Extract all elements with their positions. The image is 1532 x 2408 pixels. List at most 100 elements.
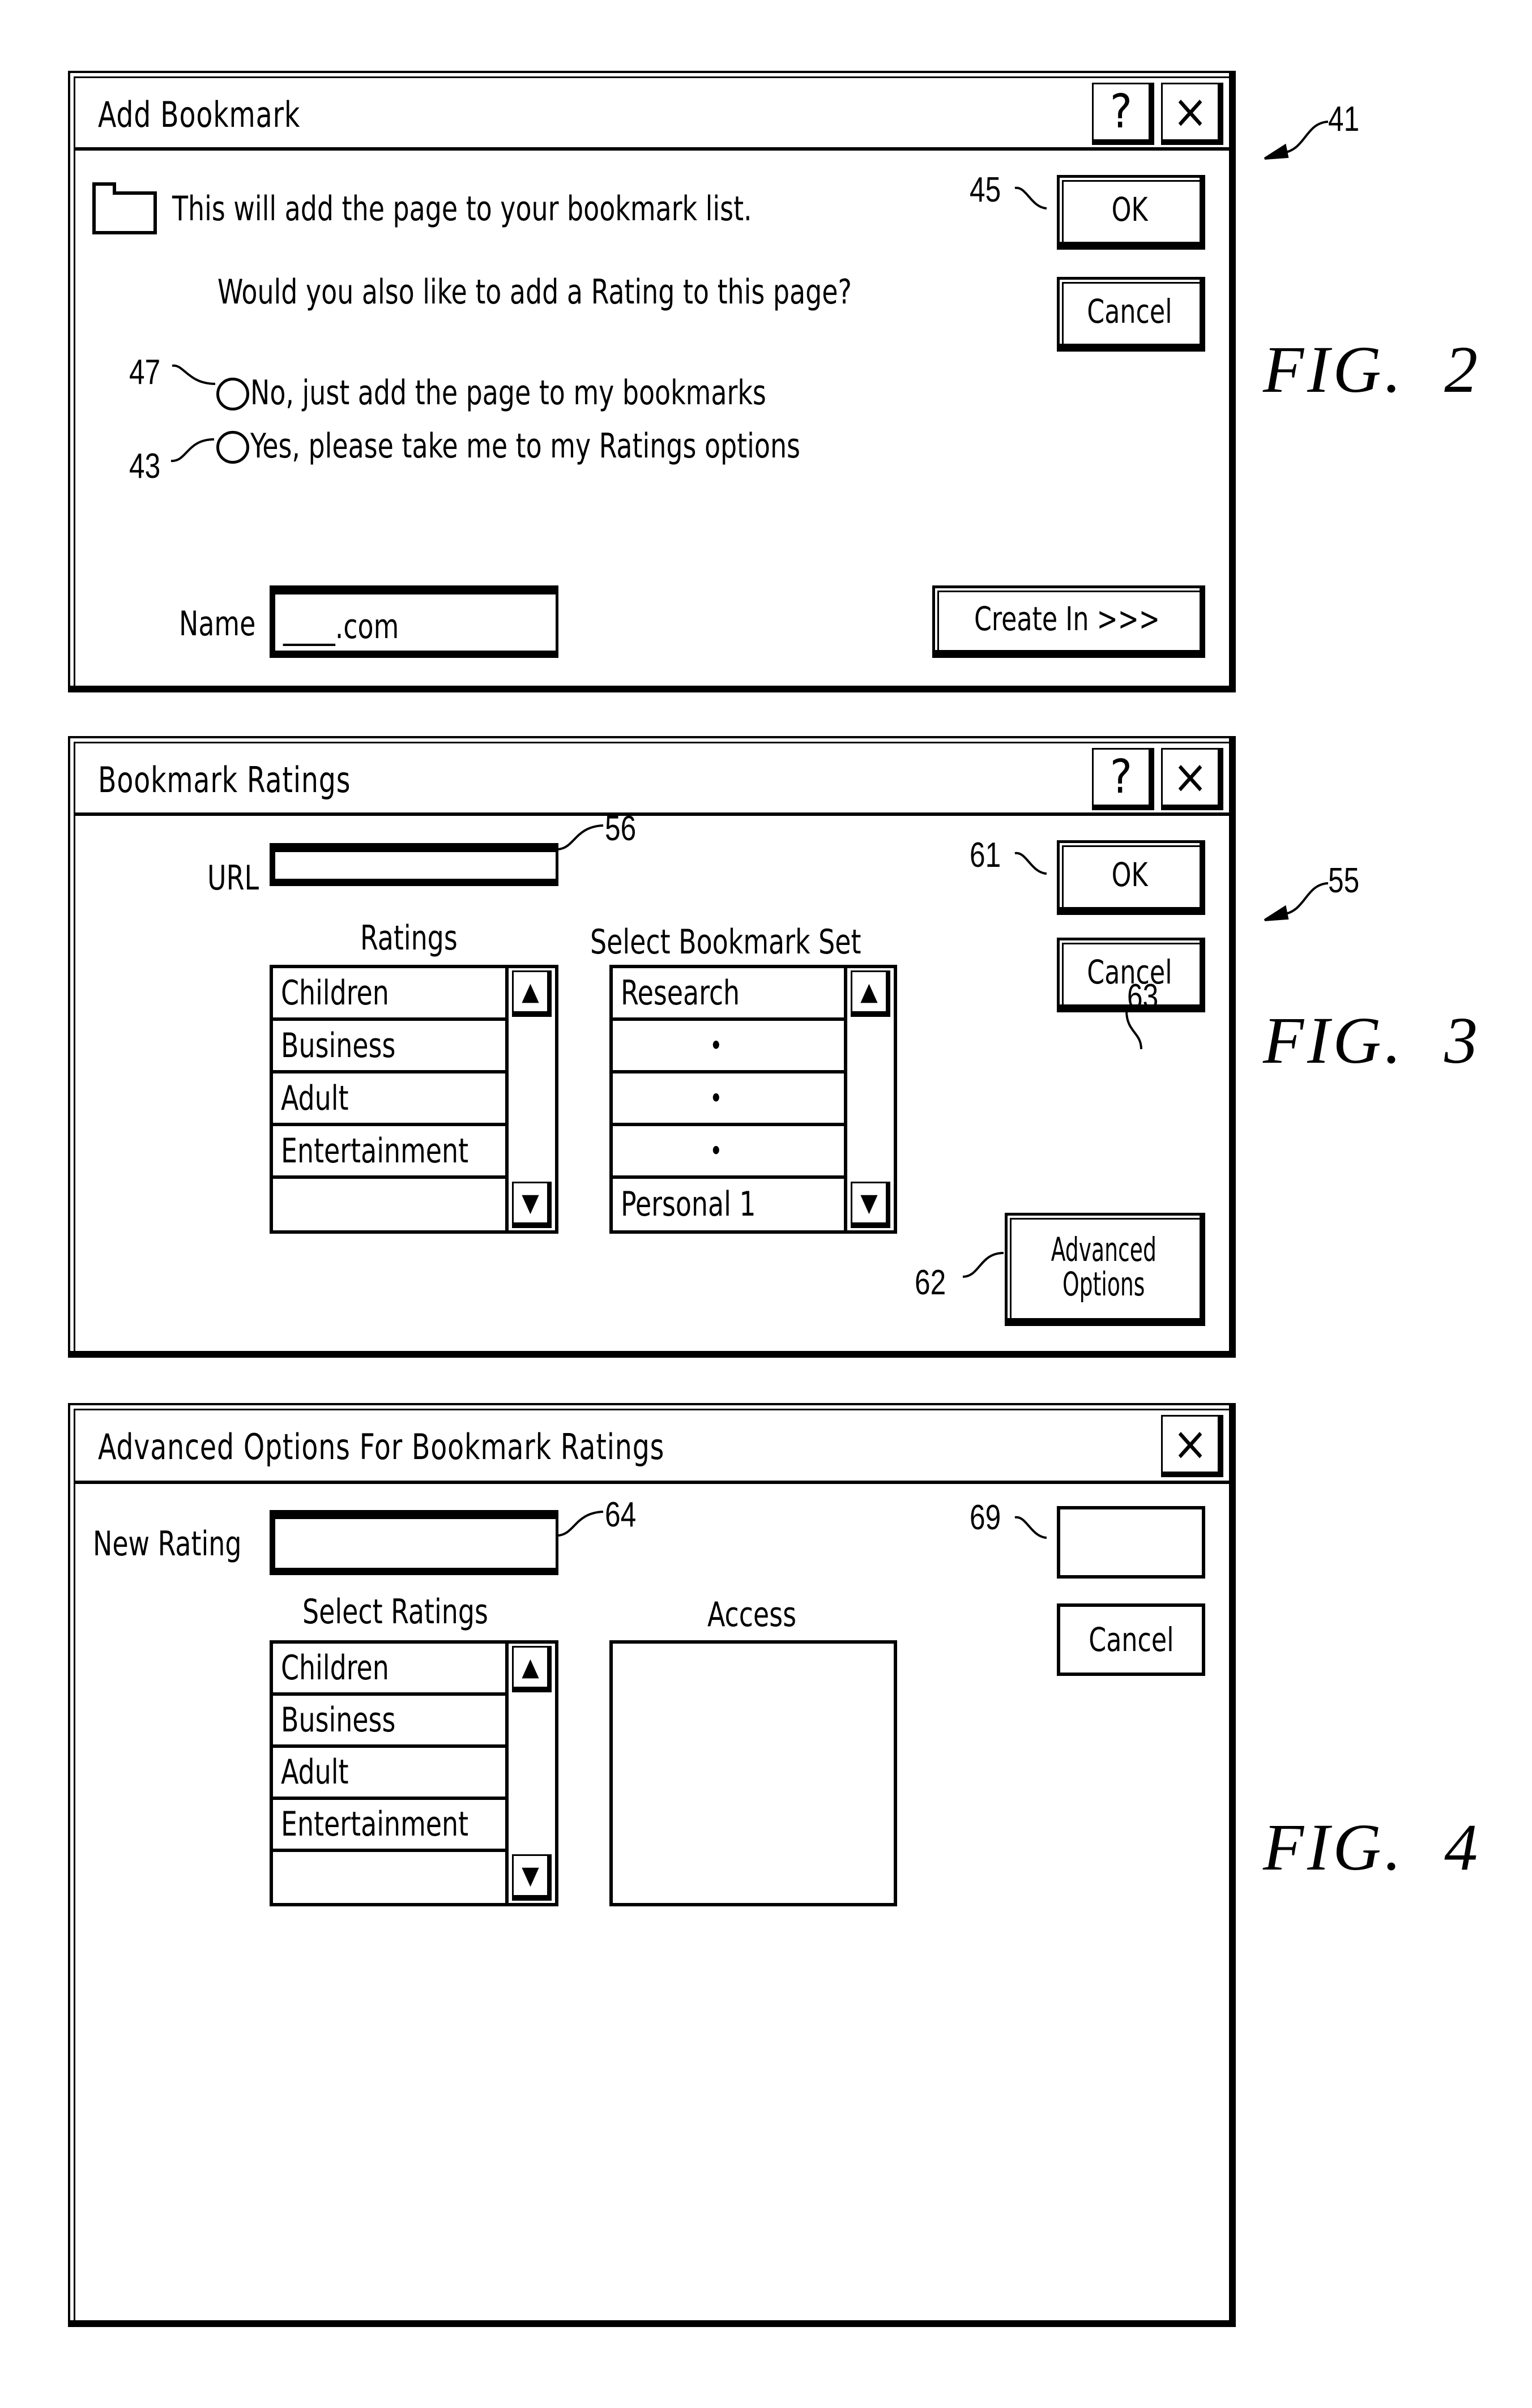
advanced-options-button[interactable]: Advanced Options xyxy=(1005,1213,1205,1326)
close-button[interactable]: × xyxy=(1161,83,1223,145)
list-item[interactable]: • xyxy=(613,1126,844,1179)
radio-yes-ratings[interactable] xyxy=(216,431,249,464)
list-item[interactable]: Children xyxy=(273,1644,505,1696)
close-button[interactable]: × xyxy=(1161,748,1223,810)
list-item[interactable]: Entertainment xyxy=(273,1800,505,1852)
close-icon: × xyxy=(1172,1417,1208,1471)
add-bookmark-dialog: Add Bookmark ? × This will add the page … xyxy=(68,71,1236,692)
list-item[interactable]: • xyxy=(613,1073,844,1126)
ref-43: 43 xyxy=(129,447,161,486)
list-item[interactable] xyxy=(273,1852,505,1903)
dialog-title: Add Bookmark xyxy=(98,94,301,135)
folder-message: This will add the page to your bookmark … xyxy=(172,189,752,229)
scroll-down-button[interactable]: ▼ xyxy=(512,1182,552,1228)
title-bar: Advanced Options For Bookmark Ratings × xyxy=(75,1410,1229,1484)
url-label: URL xyxy=(207,858,259,898)
name-input-value: ____.com xyxy=(283,607,399,647)
select-ratings-heading: Select Ratings xyxy=(302,1592,488,1632)
list-item[interactable]: Children xyxy=(273,968,505,1021)
leader-arrow-41 xyxy=(1264,121,1329,160)
help-button[interactable]: ? xyxy=(1092,748,1154,810)
cancel-button-label: Cancel xyxy=(1087,292,1172,331)
leader-arrow-55 xyxy=(1264,882,1329,921)
ok-button[interactable]: OK xyxy=(1057,175,1205,250)
close-icon: × xyxy=(1172,85,1208,139)
bookmark-set-heading: Select Bookmark Set xyxy=(590,922,861,962)
radio-no-just-add[interactable] xyxy=(216,378,249,410)
create-in-button[interactable]: Create In >>> xyxy=(932,585,1205,658)
list-item[interactable]: Personal 1 xyxy=(613,1179,844,1230)
create-in-label: Create In >>> xyxy=(974,600,1160,639)
ok-button-label: OK xyxy=(1111,856,1148,895)
figure-label: FIG. xyxy=(1263,332,1405,407)
arrow-up-icon: ▲ xyxy=(522,977,539,1006)
scroll-up-button[interactable]: ▲ xyxy=(851,970,890,1017)
arrow-up-icon: ▲ xyxy=(860,977,878,1006)
ref-63: 63 xyxy=(1127,977,1159,1016)
folder-icon xyxy=(92,182,157,234)
radio-no-label: No, just add the page to my bookmarks xyxy=(250,373,766,413)
figure-number: 3 xyxy=(1444,1003,1482,1077)
scroll-down-button[interactable]: ▼ xyxy=(851,1182,890,1228)
cancel-button-label: Cancel xyxy=(1088,1620,1174,1659)
scroll-up-button[interactable]: ▲ xyxy=(512,1646,552,1692)
dialog-title: Advanced Options For Bookmark Ratings xyxy=(98,1426,665,1468)
figure-caption-4: FIG. 4 xyxy=(1263,1809,1481,1886)
new-rating-input[interactable] xyxy=(270,1510,558,1575)
help-button[interactable]: ? xyxy=(1092,83,1154,145)
ref-47: 47 xyxy=(129,353,161,392)
rating-question: Would you also like to add a Rating to t… xyxy=(217,272,852,312)
radio-yes-label: Yes, please take me to my Ratings option… xyxy=(250,426,800,466)
figure-number: 4 xyxy=(1444,1810,1482,1884)
figure-caption-2: FIG. 2 xyxy=(1263,331,1481,408)
list-item[interactable]: Entertainment xyxy=(273,1126,505,1179)
title-bar: Add Bookmark ? × xyxy=(75,78,1229,151)
bookmark-set-scrollbar[interactable]: ▲ ▼ xyxy=(844,968,894,1230)
ref-61: 61 xyxy=(970,836,1001,875)
arrow-down-icon: ▼ xyxy=(522,1188,539,1217)
list-item[interactable]: Adult xyxy=(273,1748,505,1800)
select-ratings-scrollbar[interactable]: ▲ ▼ xyxy=(505,1644,555,1903)
ratings-scrollbar[interactable]: ▲ ▼ xyxy=(505,968,555,1230)
access-heading: Access xyxy=(707,1595,796,1635)
scroll-up-button[interactable]: ▲ xyxy=(512,970,552,1017)
arrow-down-icon: ▼ xyxy=(860,1188,878,1217)
ref-62: 62 xyxy=(915,1263,946,1302)
scroll-down-button[interactable]: ▼ xyxy=(512,1854,552,1901)
new-rating-label: New Rating xyxy=(93,1524,242,1564)
list-item[interactable] xyxy=(273,1179,505,1230)
arrow-down-icon: ▼ xyxy=(522,1861,539,1890)
access-list[interactable] xyxy=(609,1640,897,1906)
title-bar: Bookmark Ratings ? × xyxy=(75,743,1229,816)
list-item[interactable]: Adult xyxy=(273,1073,505,1126)
bookmark-set-list[interactable]: Research • • • Personal 1 ▲ ▼ xyxy=(609,965,897,1234)
list-item[interactable]: Business xyxy=(273,1021,505,1073)
close-button[interactable]: × xyxy=(1161,1415,1223,1477)
cancel-button[interactable]: Cancel xyxy=(1057,277,1205,352)
ref-69: 69 xyxy=(970,1498,1001,1537)
bookmark-ratings-dialog: Bookmark Ratings ? × URL Ratings Childre… xyxy=(68,736,1236,1358)
name-input[interactable]: ____.com xyxy=(270,585,558,658)
figure-label: FIG. xyxy=(1263,1810,1405,1884)
name-label: Name xyxy=(179,604,256,644)
ratings-heading: Ratings xyxy=(360,918,458,958)
list-item[interactable]: • xyxy=(613,1021,844,1073)
list-item[interactable]: Business xyxy=(273,1696,505,1748)
ref-64: 64 xyxy=(605,1495,637,1534)
unlabeled-button-69[interactable] xyxy=(1057,1506,1205,1579)
figure-number: 2 xyxy=(1444,332,1482,407)
url-input[interactable] xyxy=(270,843,558,886)
advanced-options-label: Advanced Options xyxy=(1051,1230,1157,1303)
ratings-list[interactable]: Children Business Adult Entertainment ▲ … xyxy=(270,965,558,1234)
ref-45: 45 xyxy=(970,170,1001,209)
ref-56: 56 xyxy=(605,809,637,848)
ref-55: 55 xyxy=(1328,861,1360,900)
help-icon: ? xyxy=(1109,750,1133,804)
ref-41: 41 xyxy=(1328,100,1360,139)
ok-button[interactable]: OK xyxy=(1057,840,1205,915)
list-item[interactable]: Research xyxy=(613,968,844,1021)
select-ratings-list[interactable]: Children Business Adult Entertainment ▲ … xyxy=(270,1640,558,1906)
figure-caption-3: FIG. 3 xyxy=(1263,1002,1481,1079)
cancel-button[interactable]: Cancel xyxy=(1057,1603,1205,1676)
close-icon: × xyxy=(1172,750,1208,804)
